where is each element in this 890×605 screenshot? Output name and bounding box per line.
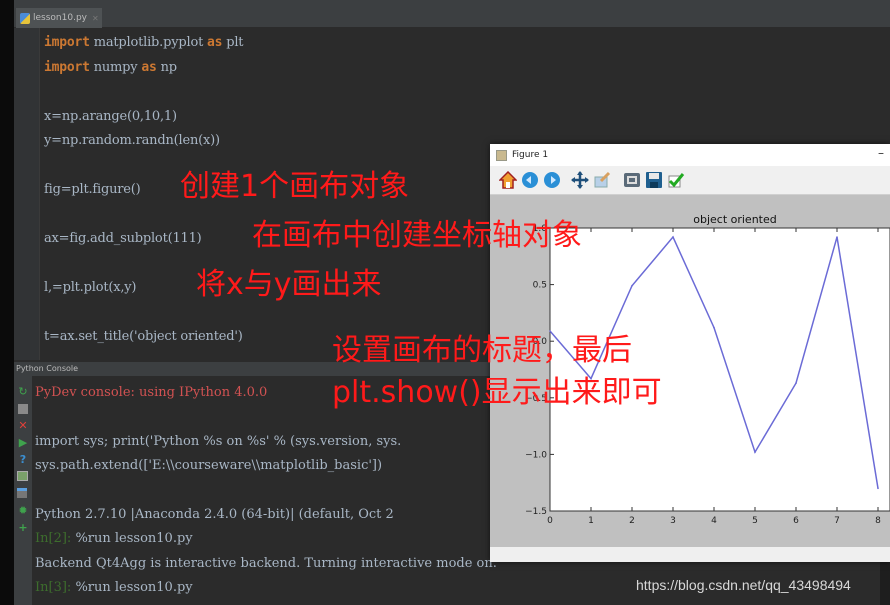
- console-line-syspath: sys.path.extend(['E:\\courseware\\matplo…: [35, 458, 383, 473]
- minimize-button[interactable]: –: [878, 146, 884, 160]
- data-point: [549, 330, 551, 332]
- x-tick-label: 8: [875, 516, 881, 526]
- y-tick-label: 0.5: [533, 281, 547, 291]
- figure-status-bar: [490, 547, 890, 562]
- annotation-set-title: 设置画布的标题，最后: [332, 333, 632, 368]
- data-point: [631, 284, 633, 287]
- subplots-icon[interactable]: [623, 171, 641, 189]
- watermark: https://blog.csdn.net/qq_43498494: [636, 577, 851, 593]
- figure-toolbar: [490, 166, 890, 195]
- console-toolbar: ↻ ✕ ▶ ? ✹ +: [14, 376, 32, 605]
- code-line-fig: fig=plt.figure(): [44, 182, 141, 197]
- x-tick-label: 5: [752, 516, 758, 526]
- home-icon[interactable]: [499, 171, 517, 189]
- console-line-in2: In[2]: %run lesson10.py: [35, 531, 193, 546]
- code-line-ax: ax=fig.add_subplot(111): [44, 231, 202, 246]
- data-point: [836, 236, 838, 238]
- x-tick-label: 0: [547, 516, 553, 526]
- history-icon[interactable]: [17, 488, 29, 500]
- plot-area: [549, 227, 890, 512]
- save-icon[interactable]: [645, 171, 663, 189]
- close-tab-icon[interactable]: ✕: [92, 14, 99, 23]
- code-line-2: import numpy as np: [44, 60, 177, 75]
- debug-icon[interactable]: ✹: [17, 505, 29, 517]
- console-line-version: Python 2.7.10 |Anaconda 2.4.0 (64-bit)| …: [35, 507, 394, 522]
- left-border: [0, 0, 14, 605]
- editor-gutter: [14, 28, 40, 360]
- python-file-icon: [20, 12, 30, 24]
- annotation-create-figure: 创建1个画布对象: [180, 169, 410, 204]
- chart-title: object oriented: [693, 213, 777, 226]
- data-point: [672, 236, 674, 238]
- figure-title: Figure 1: [512, 150, 549, 160]
- data-point: [713, 326, 715, 329]
- add-icon[interactable]: +: [17, 522, 29, 534]
- run-icon[interactable]: ▶: [17, 437, 29, 449]
- help-icon[interactable]: ?: [17, 454, 29, 466]
- y-tick-label: −1.0: [525, 450, 547, 460]
- x-tick-label: 4: [711, 516, 717, 526]
- tab-lesson10[interactable]: lesson10.py ✕: [16, 8, 102, 28]
- stop-icon[interactable]: [17, 403, 29, 415]
- code-line-title: t=ax.set_title('object oriented'): [44, 329, 243, 344]
- matplotlib-icon: [496, 149, 507, 161]
- pan-icon[interactable]: [571, 171, 589, 189]
- data-point: [754, 451, 756, 453]
- x-tick-label: 6: [793, 516, 799, 526]
- zoom-icon[interactable]: [593, 171, 611, 189]
- annotation-plot-xy: 将x与y画出来: [196, 267, 382, 302]
- console-line-in3: In[3]: %run lesson10.py: [35, 580, 193, 595]
- annotation-create-axes: 在画布中创建坐标轴对象: [252, 218, 582, 253]
- console-line-pydev: PyDev console: using IPython 4.0.0: [35, 385, 268, 400]
- edit-icon[interactable]: [667, 171, 685, 189]
- back-icon[interactable]: [521, 171, 539, 189]
- prompt-in3: In[3]:: [35, 580, 72, 595]
- x-tick-label: 3: [670, 516, 676, 526]
- annotation-show: plt.show()显示出来即可: [332, 375, 662, 410]
- x-tick-label: 1: [588, 516, 594, 526]
- code-line-y: y=np.random.randn(len(x)): [44, 133, 220, 148]
- data-point: [877, 487, 879, 490]
- close-icon[interactable]: ✕: [17, 420, 29, 432]
- rerun-icon[interactable]: ↻: [17, 386, 29, 398]
- top-strip: [0, 0, 890, 7]
- editor-tab-bar: lesson10.py ✕: [14, 7, 890, 28]
- figure-titlebar[interactable]: Figure 1 –: [490, 144, 890, 166]
- x-tick-label: 7: [834, 516, 840, 526]
- code-line-plot: l,=plt.plot(x,y): [44, 280, 137, 295]
- data-point: [795, 382, 797, 384]
- prompt-in2: In[2]:: [35, 531, 72, 546]
- y-tick-label: −1.5: [525, 507, 547, 517]
- code-line-1: import matplotlib.pyplot as plt: [44, 35, 244, 50]
- x-tick-label: 2: [629, 516, 635, 526]
- variables-icon[interactable]: [17, 471, 29, 483]
- tab-label: lesson10.py: [33, 13, 87, 23]
- console-line-import: import sys; print('Python %s on %s' % (s…: [35, 434, 402, 449]
- forward-icon[interactable]: [543, 171, 561, 189]
- console-line-backend: Backend Qt4Agg is interactive backend. T…: [35, 556, 497, 571]
- code-line-x: x=np.arange(0,10,1): [44, 109, 177, 124]
